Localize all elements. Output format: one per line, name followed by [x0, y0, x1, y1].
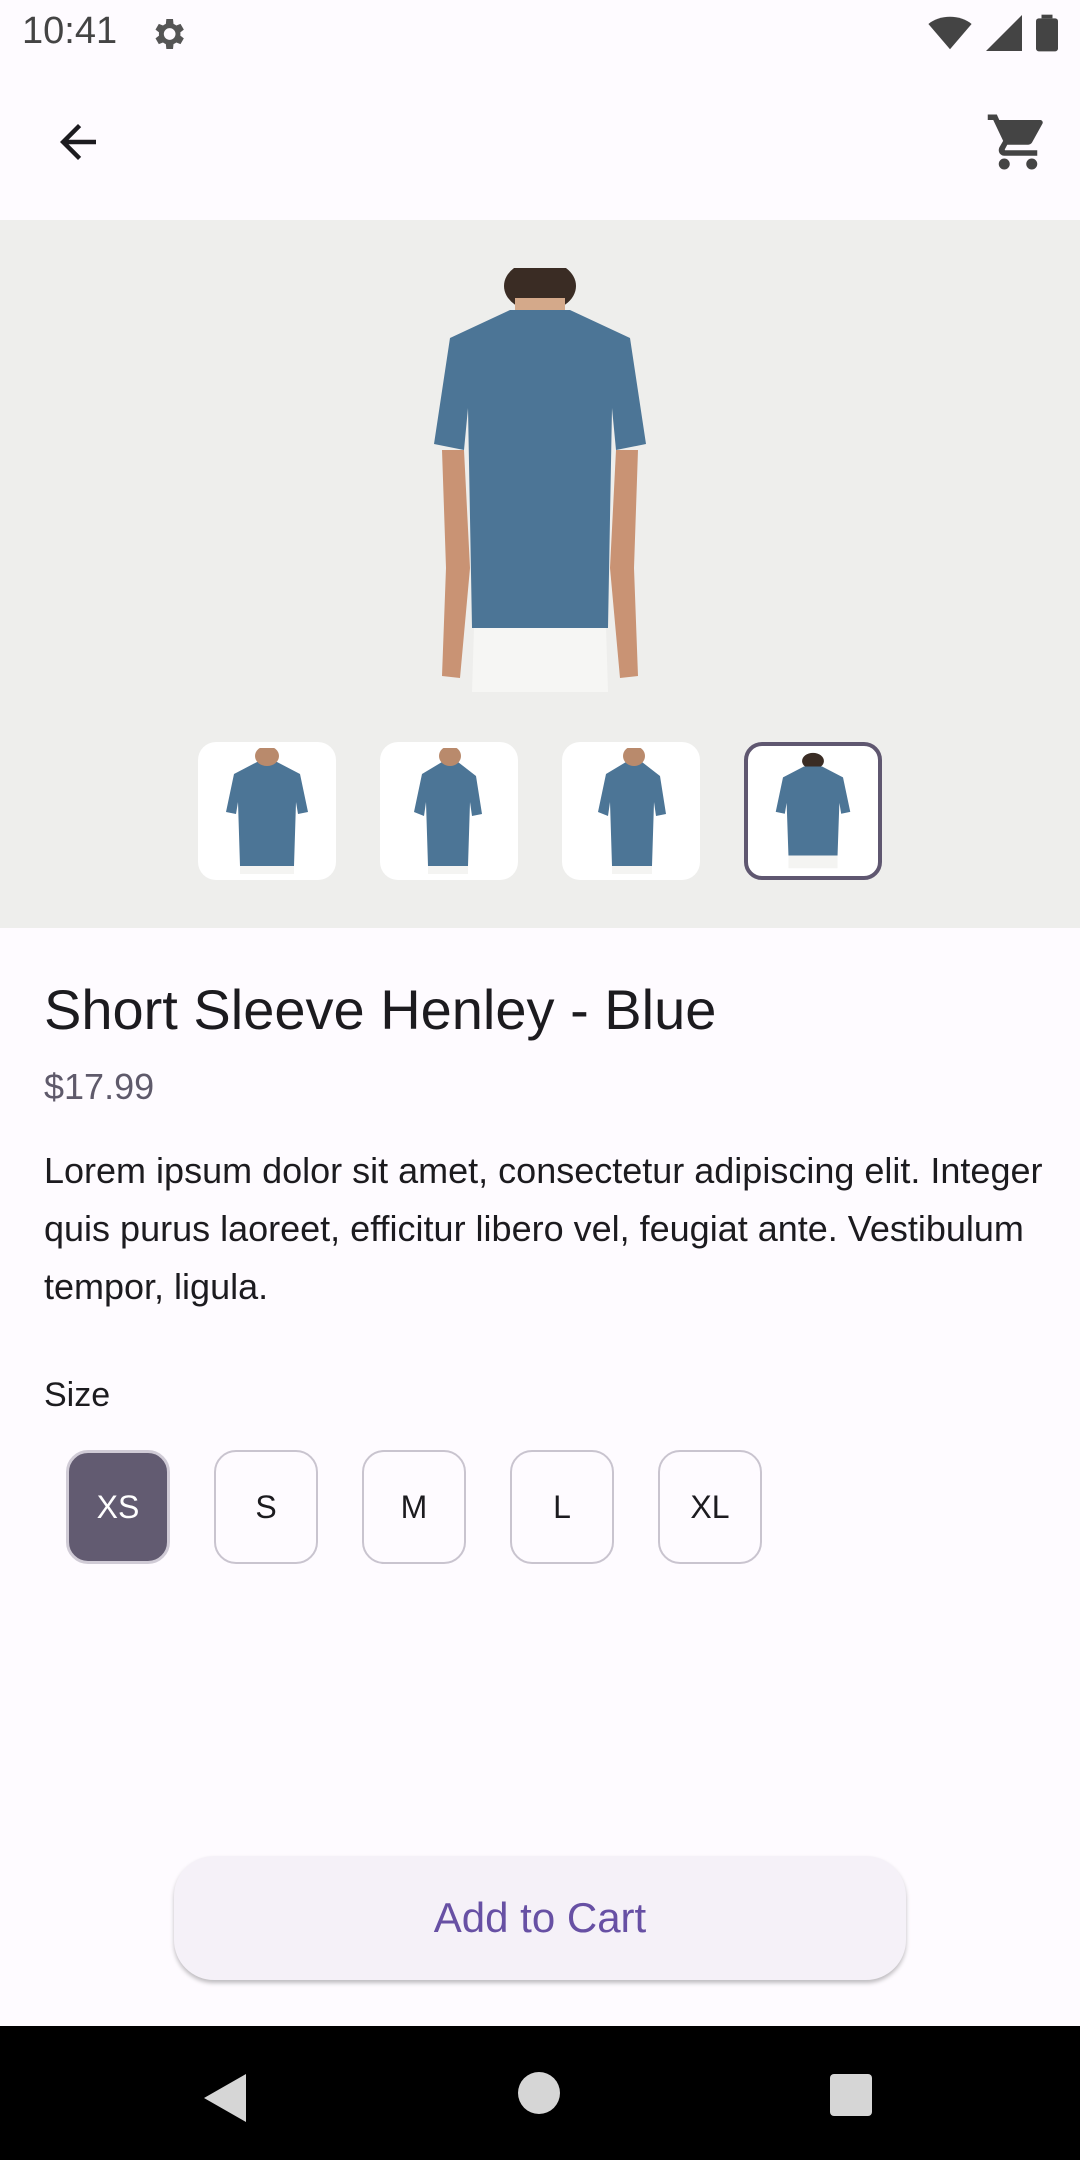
nav-back-icon[interactable]	[204, 2074, 246, 2122]
thumbnail-3[interactable]	[562, 742, 700, 880]
product-description: Lorem ipsum dolor sit amet, consectetur …	[44, 1150, 1043, 1307]
nav-recents-icon[interactable]	[830, 2074, 872, 2116]
thumbnail-image	[414, 748, 482, 874]
nav-home-icon[interactable]	[518, 2072, 560, 2114]
back-button[interactable]	[30, 94, 126, 190]
settings-gear-icon	[155, 19, 184, 49]
system-nav-bar	[0, 2026, 1080, 2160]
product-title: Short Sleeve Henley - Blue	[44, 978, 717, 1041]
size-chip-l[interactable]: L	[510, 1450, 614, 1564]
shopping-cart-icon	[987, 114, 1043, 170]
wifi-icon	[928, 16, 972, 50]
size-chip-s[interactable]: S	[214, 1450, 318, 1564]
size-chip-m[interactable]: M	[362, 1450, 466, 1564]
battery-icon	[1036, 14, 1058, 52]
size-chip-xl[interactable]: XL	[658, 1450, 762, 1564]
thumbnail-image	[598, 748, 666, 874]
status-time: 10:41	[22, 10, 118, 52]
cell-signal-icon	[986, 15, 1022, 51]
size-selector: XS S M L XL	[66, 1450, 762, 1564]
product-gallery	[0, 220, 1080, 928]
app-bar	[0, 66, 1080, 220]
thumbnail-image	[775, 752, 851, 869]
thumbnail-1[interactable]	[198, 742, 336, 880]
thumbnail-image	[226, 748, 308, 874]
size-chip-xs[interactable]: XS	[66, 1450, 170, 1564]
product-main-image[interactable]	[390, 268, 690, 692]
thumbnail-2[interactable]	[380, 742, 518, 880]
add-to-cart-button[interactable]: Add to Cart	[174, 1856, 906, 1980]
thumbnail-4-selected[interactable]	[744, 742, 882, 880]
arrow-back-icon	[60, 124, 96, 160]
cart-button[interactable]	[970, 94, 1066, 190]
product-info: Short Sleeve Henley - Blue $17.99 Lorem …	[44, 928, 1044, 1415]
size-label: Size	[44, 1376, 111, 1414]
status-bar: 10:41	[0, 0, 1080, 66]
product-price: $17.99	[44, 1066, 155, 1107]
